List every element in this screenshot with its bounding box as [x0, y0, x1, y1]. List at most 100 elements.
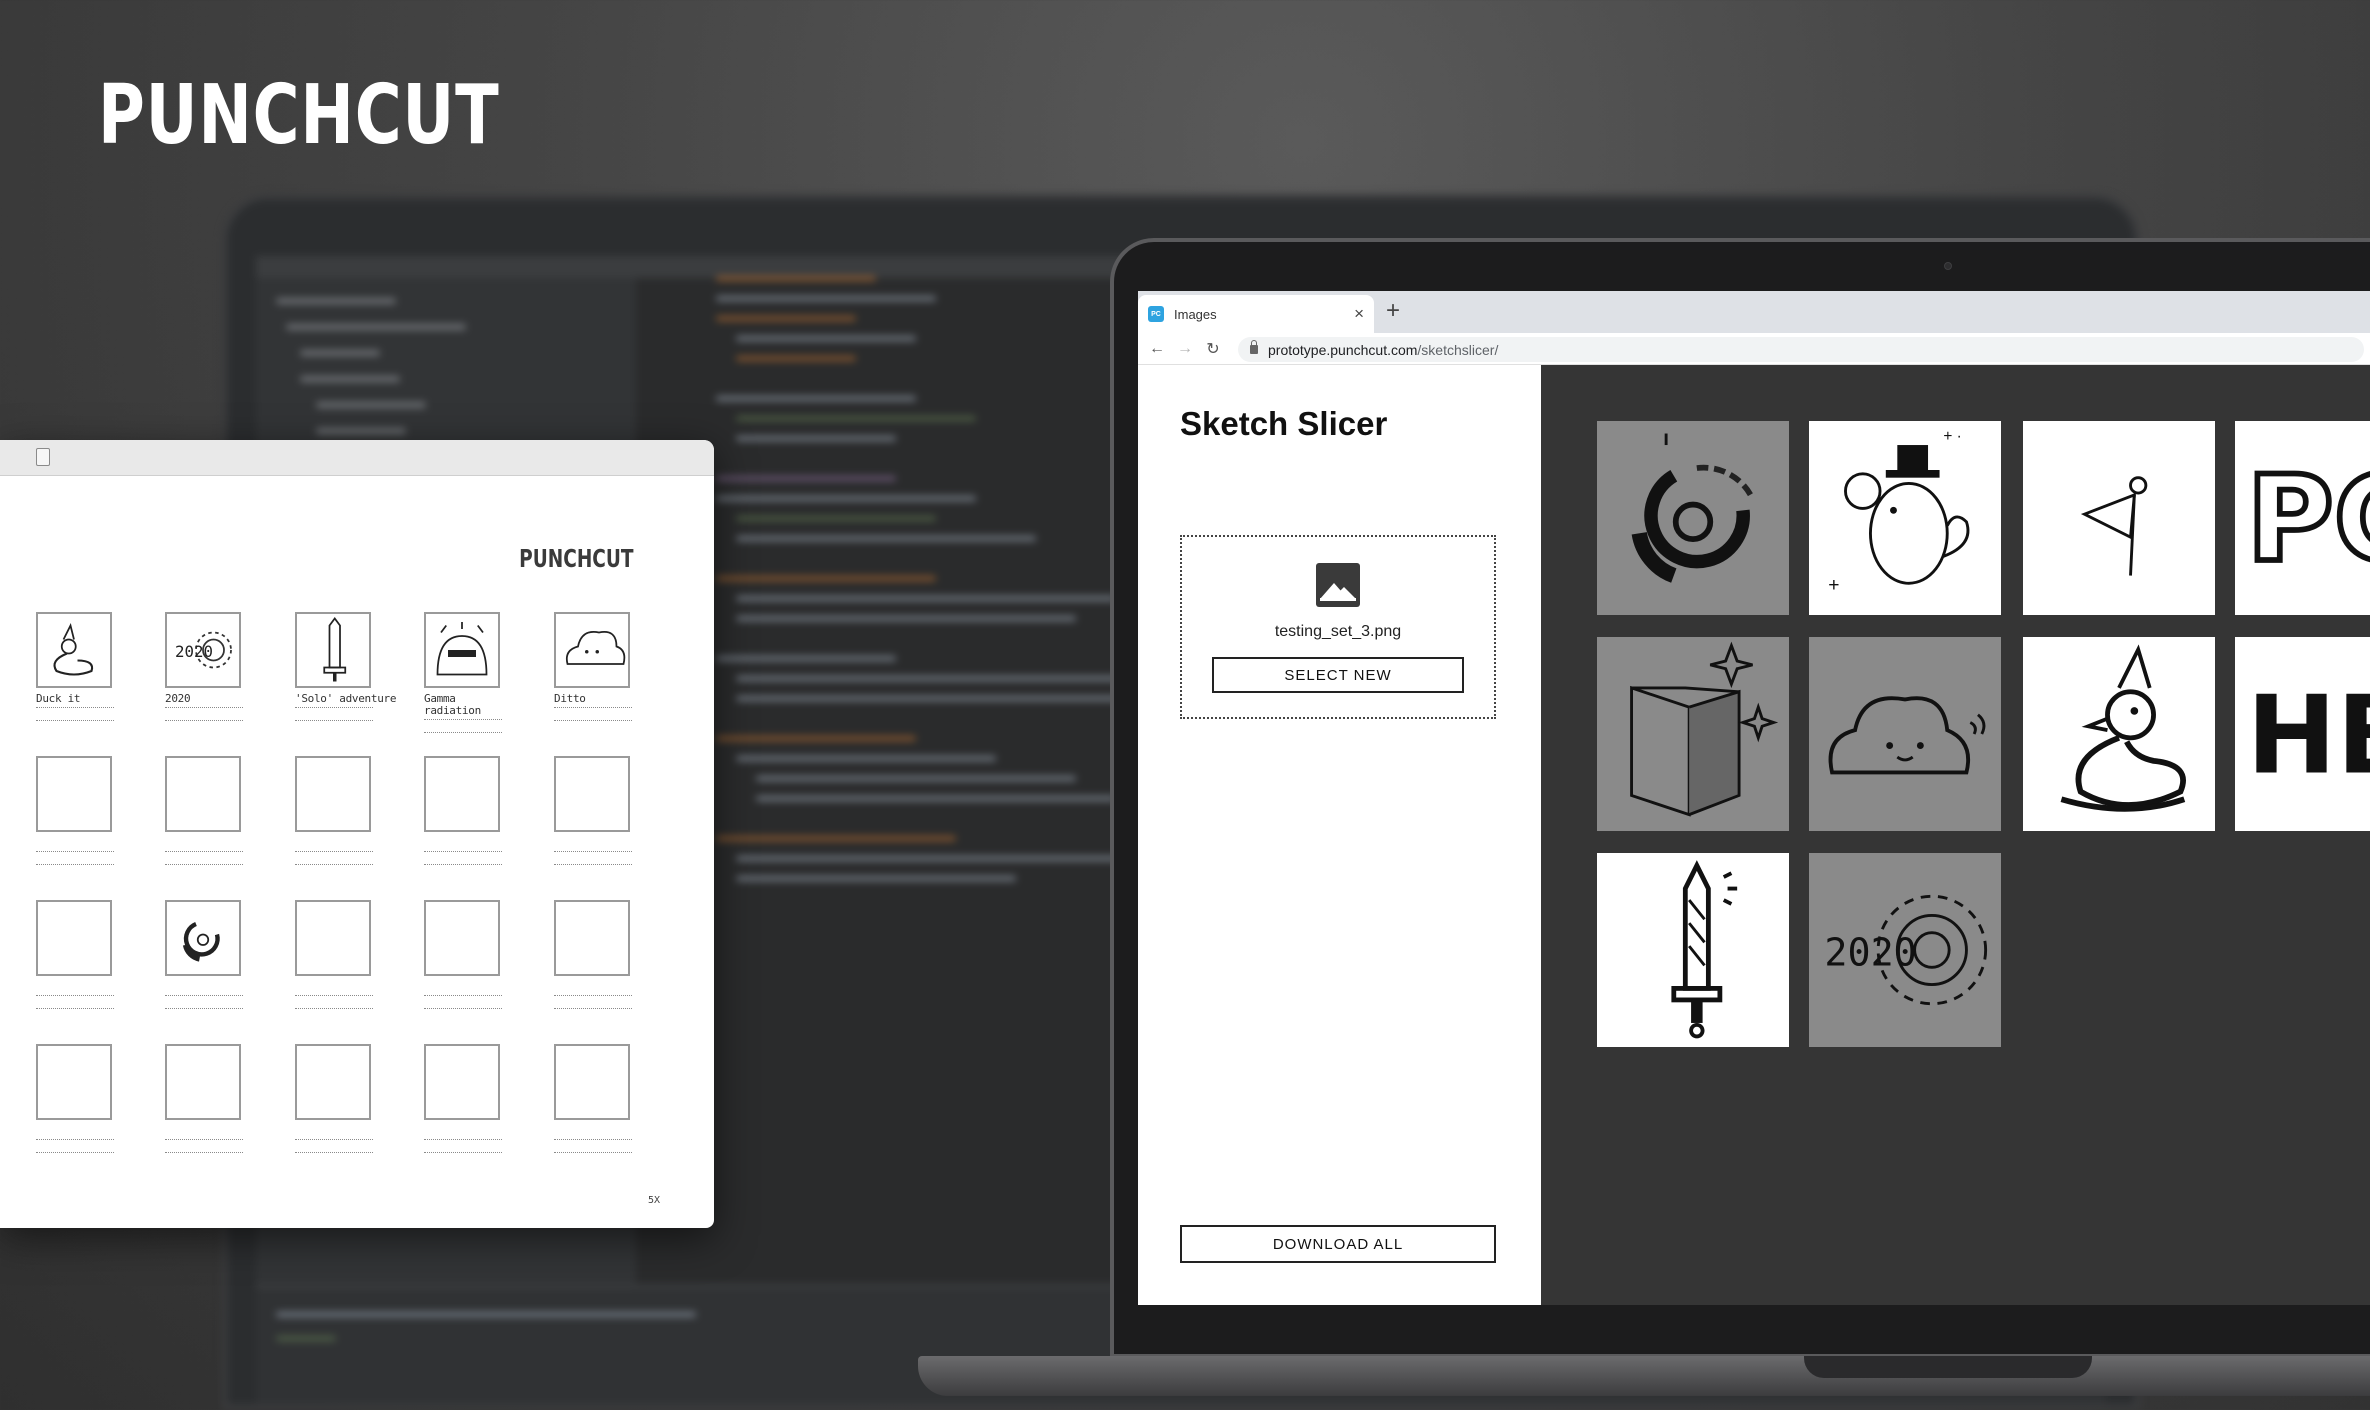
url-input[interactable]: prototype.punchcut.com/sketchslicer/ — [1238, 337, 2364, 362]
sketch-underline — [295, 1152, 373, 1153]
sketch-underline — [424, 732, 502, 733]
sketch-underline — [36, 1008, 114, 1009]
sketch-cell — [295, 900, 373, 1009]
tab-images[interactable]: PC Images × — [1138, 295, 1374, 333]
sketch-label — [165, 836, 243, 848]
thumbnail-hb-letters[interactable]: HB — [2235, 637, 2370, 831]
thumbnail-pc-letters[interactable]: PC — [2235, 421, 2370, 615]
sketch-cell: Gamma radiation — [424, 612, 502, 733]
sketch-cell — [424, 900, 502, 1009]
sketch-cell — [295, 756, 373, 865]
sketch-cell — [165, 900, 243, 1009]
sketch-underline — [165, 1139, 243, 1140]
camera-icon — [1944, 262, 1952, 270]
sketch-underline — [36, 720, 114, 721]
sketch-cell — [554, 900, 632, 1009]
new-tab-icon[interactable]: + — [1386, 297, 1400, 325]
sketch-underline — [424, 1139, 502, 1140]
sketch-underline — [424, 1008, 502, 1009]
sketch-cell: Ditto — [554, 612, 632, 721]
hb-letters-text: HB — [2247, 673, 2370, 798]
thumbnail-book[interactable] — [1597, 637, 1789, 831]
browser-window: PC Images × + ← → ↻ prototype.punchcut.c… — [1138, 291, 2370, 1305]
sketch-underline — [554, 707, 632, 708]
sketch-label — [165, 1124, 243, 1136]
sketch-box — [424, 612, 500, 688]
reload-icon[interactable]: ↻ — [1204, 339, 1222, 359]
sketch-underline — [165, 1008, 243, 1009]
svg-text:2020: 2020 — [175, 642, 213, 661]
thumbnail-ring[interactable] — [1597, 421, 1789, 615]
laptop-notch — [1804, 1356, 2092, 1378]
thumbnail-duck[interactable] — [2023, 637, 2215, 831]
close-icon[interactable]: × — [1354, 304, 1364, 324]
sketch-underline — [554, 1139, 632, 1140]
brand-logo: PUNCHCUT — [98, 68, 500, 163]
sketch-label: Duck it — [36, 692, 81, 705]
sketch-underline — [295, 1139, 373, 1140]
sketch-underline — [36, 851, 114, 852]
file-drop-zone[interactable]: testing_set_3.png SELECT NEW — [1180, 535, 1496, 719]
mouse-top-hat-sketch-icon: + + · — [1828, 428, 1970, 596]
tab-strip: PC Images × + — [1138, 291, 2370, 333]
sketch-label: 2020 — [165, 692, 191, 705]
sketch-underline — [165, 707, 243, 708]
sketch-underline — [165, 1152, 243, 1153]
sketch-underline — [36, 864, 114, 865]
sketch-underline — [295, 720, 373, 721]
thumbnail-flag[interactable] — [2023, 421, 2215, 615]
download-all-button[interactable]: DOWNLOAD ALL — [1180, 1225, 1496, 1263]
sketch-box — [424, 900, 500, 976]
duck-party-hat-sketch-icon — [2060, 644, 2186, 812]
sketch-cell — [554, 1044, 632, 1153]
sketch-cell: 'Solo' adventure — [295, 612, 396, 721]
sketch-underline — [554, 1152, 632, 1153]
sketch-cell — [554, 756, 632, 865]
image-icon — [1316, 563, 1360, 607]
2020-spiral-sketch-icon: 2020 — [1824, 894, 1988, 1006]
sketch-box — [165, 756, 241, 832]
sketch-slicer-app: Sketch Slicer testing_set_3.png SELECT N… — [1138, 365, 2370, 1305]
sketch-underline — [165, 864, 243, 865]
sketch-cell — [165, 756, 243, 865]
sketch-label — [554, 836, 632, 848]
sketch-box — [36, 612, 112, 688]
sketch-box — [165, 900, 241, 976]
sketch-box — [36, 1044, 112, 1120]
control-panel: Sketch Slicer testing_set_3.png SELECT N… — [1138, 365, 1541, 1305]
sketch-box — [295, 756, 371, 832]
thumbnail-sword[interactable] — [1597, 853, 1789, 1047]
sketch-underline — [424, 851, 502, 852]
sketch-box — [554, 612, 630, 688]
sketch-underline — [554, 864, 632, 865]
sketch-cell — [165, 1044, 243, 1153]
thumbnail-blob[interactable] — [1809, 637, 2001, 831]
page-number: 5X — [647, 1195, 660, 1206]
sketch-underline — [554, 1008, 632, 1009]
sketch-box — [295, 1044, 371, 1120]
sketch-label: radiation — [424, 704, 481, 717]
favicon-icon: PC — [1148, 306, 1164, 322]
thumbnail-2020[interactable]: 2020 — [1809, 853, 2001, 1047]
select-new-button[interactable]: SELECT NEW — [1212, 657, 1464, 693]
arrow-left-icon[interactable]: ← — [1148, 340, 1166, 358]
sketch-label — [424, 980, 502, 992]
sketch-underline — [36, 1152, 114, 1153]
sketch-label — [424, 836, 502, 848]
sketch-underline — [424, 864, 502, 865]
sketch-underline — [424, 995, 502, 996]
arrow-right-icon[interactable]: → — [1176, 340, 1194, 358]
sketch-label: Gamma — [424, 692, 456, 705]
sketch-underline — [36, 1139, 114, 1140]
sketch-label — [36, 980, 114, 992]
ring-sketch-icon — [1631, 433, 1754, 583]
sketch-underline — [554, 851, 632, 852]
sketch-box — [554, 900, 630, 976]
sketch-label — [36, 1124, 114, 1136]
blob-sketch-icon — [1828, 696, 1986, 775]
thumbnail-mouse[interactable]: + + · — [1809, 421, 2001, 615]
sketch-label — [295, 1124, 373, 1136]
sketch-underline — [36, 995, 114, 996]
sketch-underline — [295, 707, 373, 708]
2020-text: 2020 — [1824, 930, 1916, 975]
